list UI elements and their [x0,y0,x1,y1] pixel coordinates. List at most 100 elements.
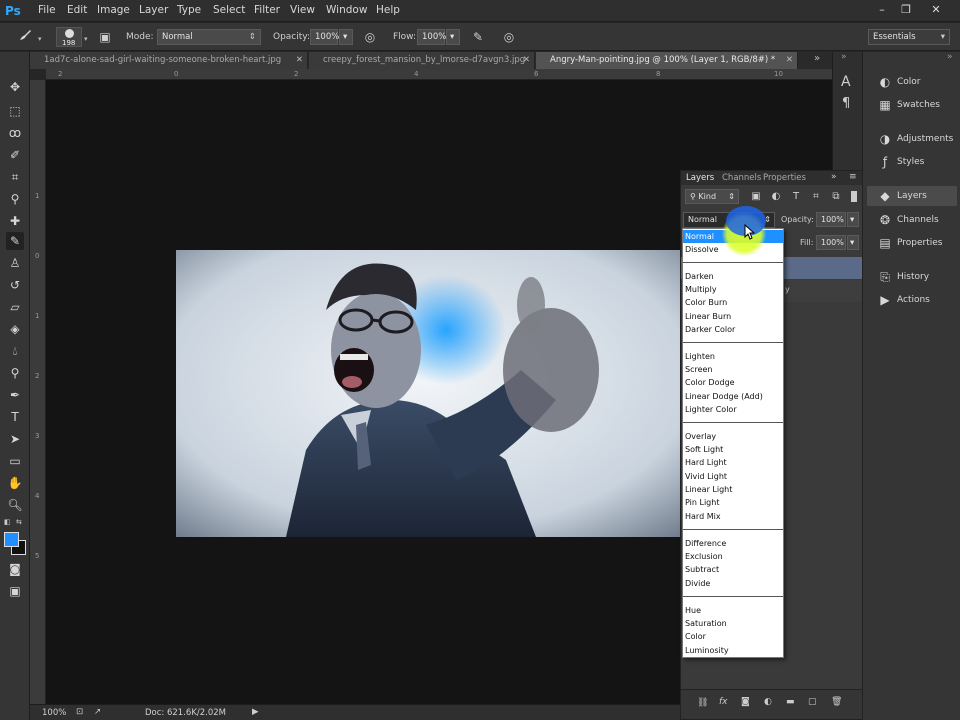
blend-option-difference[interactable]: Difference [683,537,783,550]
tab-properties[interactable]: Properties [763,173,806,183]
type-tool-icon[interactable]: T [6,408,24,426]
blend-option-linear-dodge[interactable]: Linear Dodge (Add) [683,390,783,403]
dock-channels[interactable]: ❂ Channels [867,210,957,230]
tab-creepy-forest-mansion[interactable]: creepy_forest_mansion_by_lmorse-d7avgn3.… [309,52,535,69]
brush-panel-toggle-icon[interactable]: ▣ [96,28,114,46]
share-icon[interactable]: ⊡ [76,707,83,717]
trash-icon[interactable]: 🗑︎ [831,697,842,707]
blend-option-screen[interactable]: Screen [683,363,783,376]
close-icon[interactable]: ✕ [786,52,793,69]
blend-option-hue[interactable]: Hue [683,604,783,617]
pixel-filter-icon[interactable]: ▣ [749,190,763,204]
tab-angry-man-pointing[interactable]: Angry-Man-pointing.jpg @ 100% (Layer 1, … [536,52,798,69]
crop-tool-icon[interactable]: ⌗ [6,168,24,186]
tab-channels[interactable]: Channels [722,173,761,183]
layer-opacity-arrow-icon[interactable]: ▾ [847,212,859,227]
blend-option-darken[interactable]: Darken [683,270,783,283]
tool-preset-arrow-icon[interactable]: ▾ [38,35,42,43]
screen-mode-icon[interactable]: ▣ [6,582,24,600]
menu-layer[interactable]: Layer [139,4,168,16]
menu-filter[interactable]: Filter [254,4,280,16]
opacity-dropdown-icon[interactable]: ▾ [339,29,353,45]
zoom-level[interactable]: 100% [42,708,66,718]
export-icon[interactable]: ↗ [94,707,101,717]
adjustment-layer-icon[interactable]: ◐ [764,697,772,707]
collapse-dock-icon[interactable]: » [947,52,953,62]
opacity-field[interactable]: 100% [310,29,339,45]
filter-toggle[interactable] [851,191,857,202]
panel-menu-icon[interactable]: ≡ [849,172,857,182]
zoom-tool-icon[interactable]: 🔍︎ [6,496,24,514]
blend-option-hard-mix[interactable]: Hard Mix [683,510,783,523]
blend-option-overlay[interactable]: Overlay [683,430,783,443]
layer-opacity-field[interactable]: 100% [816,212,846,227]
foreground-color-swatch[interactable] [4,532,19,547]
blend-option-linear-burn[interactable]: Linear Burn [683,310,783,323]
new-layer-icon[interactable]: ▢ [808,697,817,707]
airbrush-icon[interactable]: ✎ [469,28,487,46]
blend-option-saturation[interactable]: Saturation [683,617,783,630]
kind-filter-select[interactable]: ⚲ Kind ⇕ [685,189,739,204]
healing-brush-tool-icon[interactable]: ✚ [6,212,24,230]
shape-filter-icon[interactable]: ⌗ [809,190,823,204]
tab-layers[interactable]: Layers [686,173,714,183]
blend-option-lighter-color[interactable]: Lighter Color [683,403,783,416]
quick-mask-icon[interactable]: ◙ [6,560,24,578]
hand-tool-icon[interactable]: ✋ [6,474,24,492]
dock-history[interactable]: ⎘ History [867,267,957,287]
blend-option-color-burn[interactable]: Color Burn [683,296,783,309]
blend-option-darker-color[interactable]: Darker Color [683,323,783,336]
dock-color[interactable]: ◐ Color [867,72,957,92]
blend-option-pin-light[interactable]: Pin Light [683,496,783,509]
panel-collapse-icon[interactable]: » [831,172,837,182]
dock-actions[interactable]: ▶ Actions [867,290,957,310]
fill-arrow-icon[interactable]: ▾ [847,235,859,250]
minimize-button[interactable]: – [872,2,892,17]
brush-preset-picker[interactable]: 198 [56,27,82,47]
menu-file[interactable]: File [38,4,56,16]
dock-adjustments[interactable]: ◑ Adjustments [867,129,957,149]
new-group-icon[interactable]: ▬ [786,697,795,707]
close-icon[interactable]: ✕ [523,52,530,69]
pen-tool-icon[interactable]: ✒ [6,386,24,404]
adjustment-filter-icon[interactable]: ◐ [769,190,783,204]
character-panel-icon[interactable]: A [841,74,851,90]
menu-edit[interactable]: Edit [67,4,87,16]
brush-tool-icon[interactable] [16,28,34,46]
expand-panels-icon[interactable]: » [841,52,847,62]
swap-colors-icon[interactable]: ⇆ [16,518,26,526]
flow-field[interactable]: 100% [417,29,446,45]
workspace-switcher[interactable]: Essentials ▾ [868,29,950,45]
status-menu-arrow-icon[interactable]: ▶ [252,707,259,717]
eraser-tool-icon[interactable]: ▱ [6,298,24,316]
dock-styles[interactable]: ƒ Styles [867,152,957,172]
rectangle-tool-icon[interactable]: ▭ [6,452,24,470]
dock-properties[interactable]: ▤ Properties [867,233,957,253]
brush-preset-arrow-icon[interactable]: ▾ [84,35,88,43]
menu-window[interactable]: Window [326,4,367,16]
blend-option-hard-light[interactable]: Hard Light [683,456,783,469]
default-colors-icon[interactable]: ◧ [4,518,14,526]
dodge-tool-icon[interactable]: ⚲ [6,364,24,382]
menu-help[interactable]: Help [376,4,400,16]
blend-option-color[interactable]: Color [683,630,783,643]
blend-option-divide[interactable]: Divide [683,577,783,590]
move-tool-icon[interactable]: ✥ [6,78,24,96]
tab-alone-sad-girl[interactable]: 1ad7c-alone-sad-girl-waiting-someone-bro… [30,52,308,69]
close-window-button[interactable]: ✕ [926,2,946,17]
blend-option-subtract[interactable]: Subtract [683,563,783,576]
lasso-tool-icon[interactable]: ꝏ [6,124,24,142]
path-selection-tool-icon[interactable]: ➤ [6,430,24,448]
blend-option-multiply[interactable]: Multiply [683,283,783,296]
document-image[interactable] [176,250,680,537]
quick-selection-tool-icon[interactable]: ✐ [6,146,24,164]
type-filter-icon[interactable]: T [789,190,803,204]
fill-field[interactable]: 100% [816,235,846,250]
menu-image[interactable]: Image [97,4,130,16]
paint-bucket-tool-icon[interactable]: ◈ [6,320,24,338]
flow-dropdown-icon[interactable]: ▾ [446,29,460,45]
close-icon[interactable]: ✕ [296,52,303,69]
link-layers-icon[interactable]: ⛓ [697,698,708,708]
menu-type[interactable]: Type [177,4,201,16]
marquee-tool-icon[interactable]: ⬚ [6,102,24,120]
